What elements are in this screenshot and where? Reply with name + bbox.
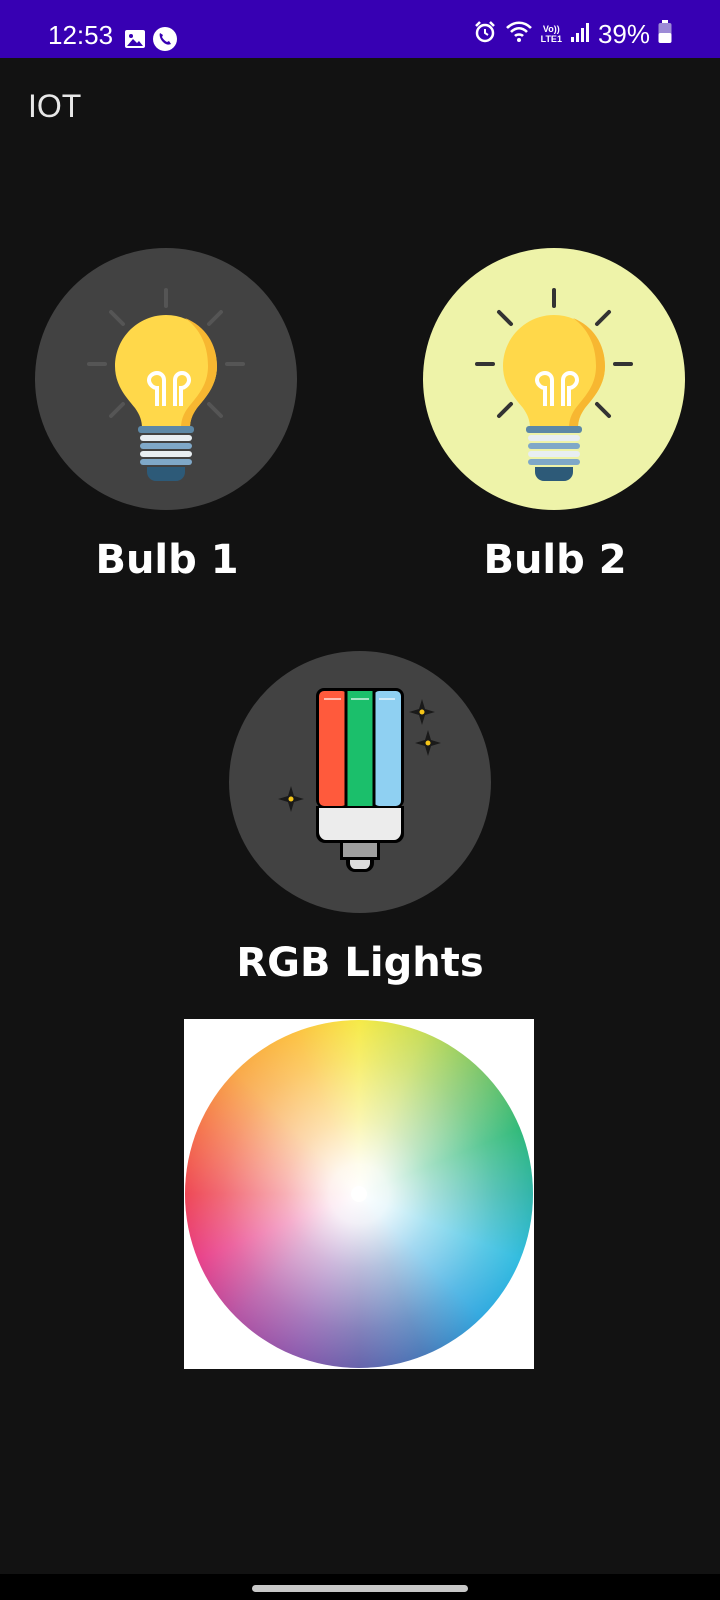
status-bar: 12:53 Vo)) LTE1 39% [0,0,720,58]
bulb-1-label: Bulb 1 [95,537,239,583]
status-time: 12:53 [48,20,114,50]
rgb-light-icon [278,688,441,872]
signal-icon [570,21,590,47]
volte-indicator: Vo)) LTE1 [540,24,562,44]
status-system-icons: Vo)) LTE1 39% [473,20,672,48]
battery-icon [658,20,672,48]
color-wheel-center [351,1186,367,1202]
bulb-2-label: Bulb 2 [483,537,627,583]
status-notification-icons [124,26,178,56]
color-wheel-picker[interactable] [184,1019,534,1369]
gallery-icon [124,28,146,54]
home-gesture-handle[interactable] [252,1585,468,1592]
bulb-2-toggle-button[interactable] [423,248,685,510]
rgb-lights-label: RGB Lights [236,940,484,986]
bulb-1-toggle-button[interactable] [35,248,297,510]
phone-call-icon [152,26,178,56]
wifi-icon [505,20,533,48]
app-title: IOT [28,88,82,124]
lightbulb-icon [87,288,245,481]
battery-percent: 39% [597,19,650,49]
lightbulb-icon [475,288,633,481]
alarm-icon [473,20,497,48]
rgb-lights-button[interactable] [229,651,491,913]
